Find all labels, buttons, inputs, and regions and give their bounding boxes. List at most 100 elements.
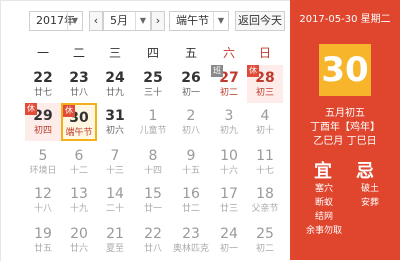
lunar-label: 父亲节 bbox=[251, 204, 279, 214]
day-cell[interactable]: 3 初九 bbox=[211, 103, 247, 141]
day-cell[interactable]: 12 十八 bbox=[25, 181, 61, 219]
weekday-label: 五 bbox=[184, 46, 197, 60]
day-cell[interactable]: 18 父亲节 bbox=[247, 181, 283, 219]
day-cell[interactable]: 25 三十 bbox=[135, 65, 171, 103]
day-cell[interactable]: 26 初一 bbox=[173, 65, 209, 103]
day-number: 1 bbox=[148, 108, 158, 124]
lunar-label: 三十 bbox=[143, 88, 162, 98]
day-cell[interactable]: 22 廿七 bbox=[25, 65, 61, 103]
day-cell[interactable]: 21 夏至 bbox=[97, 221, 133, 259]
back-to-today-button[interactable]: 返回今天 bbox=[235, 11, 285, 31]
yi-item: 结网 bbox=[314, 212, 333, 222]
yi-item: 余事勿取 bbox=[305, 226, 342, 236]
day-cell[interactable]: 20 廿六 bbox=[61, 221, 97, 259]
day-cell[interactable]: 19 廿五 bbox=[25, 221, 61, 259]
day-cell[interactable]: 15 廿一 bbox=[135, 181, 171, 219]
day-cell[interactable]: 5 环境日 bbox=[25, 143, 61, 181]
day-cell[interactable]: 6 十二 bbox=[61, 143, 97, 181]
lunar-label: 端午节 bbox=[65, 128, 93, 138]
day-cell[interactable]: 22 廿八 bbox=[135, 221, 171, 259]
lunar-label: 廿六 bbox=[69, 244, 88, 254]
chevron-down-icon: ▼ bbox=[67, 12, 82, 30]
day-cell[interactable]: 13 十九 bbox=[61, 181, 97, 219]
day-cell[interactable]: 23 奥林匹克 bbox=[173, 221, 209, 259]
day-number: 20 bbox=[70, 226, 88, 242]
day-cell[interactable]: 2 初八 bbox=[173, 103, 209, 141]
lunar-label: 廿八 bbox=[143, 244, 162, 254]
day-cell[interactable]: 休 30 端午节 bbox=[61, 103, 97, 141]
lunar-label: 十三 bbox=[105, 166, 124, 176]
day-number: 9 bbox=[186, 148, 196, 164]
weekday-label: 一 bbox=[36, 46, 49, 60]
ji-item: 安葬 bbox=[360, 198, 379, 208]
day-cell[interactable]: 9 十五 bbox=[173, 143, 209, 181]
day-number: 10 bbox=[220, 148, 238, 164]
holiday-badge: 休 bbox=[247, 65, 259, 77]
day-cell[interactable]: 24 廿九 bbox=[97, 65, 133, 103]
day-number: 3 bbox=[224, 108, 234, 124]
lunar-label: 廿八 bbox=[69, 88, 88, 98]
calendar-toolbar: 2017年 ▼ ‹ 5月 ▼ › 端午节 ▼ 返回今天 bbox=[1, 1, 291, 39]
day-number: 12 bbox=[34, 186, 52, 202]
lunar-label: 初一 bbox=[219, 244, 238, 254]
day-cell[interactable]: 1 儿童节 bbox=[135, 103, 171, 141]
day-number: 15 bbox=[144, 186, 162, 202]
lunar-label: 初四 bbox=[33, 126, 52, 136]
day-number: 8 bbox=[148, 148, 158, 164]
ji-heading: 忌 bbox=[356, 161, 374, 182]
lunar-label: 廿五 bbox=[33, 244, 52, 254]
day-number: 16 bbox=[182, 186, 200, 202]
holiday-badge: 休 bbox=[63, 105, 75, 117]
day-grid: 22 廿七 23 廿八 24 廿九 25 三十 26 初一班 27 初二休 28 初三休 29 初四休 30 端午… bbox=[1, 65, 291, 261]
day-cell[interactable]: 班 27 初二 bbox=[211, 65, 247, 103]
lunar-label: 夏至 bbox=[105, 244, 124, 254]
day-number: 25 bbox=[256, 226, 274, 242]
day-number: 6 bbox=[74, 148, 84, 164]
lunar-label: 初十 bbox=[255, 126, 274, 136]
day-number: 2 bbox=[186, 108, 196, 124]
yi-heading: 宜 bbox=[314, 161, 332, 182]
day-cell[interactable]: 23 廿八 bbox=[61, 65, 97, 103]
lunar-label: 初一 bbox=[181, 88, 200, 98]
ji-item: 破土 bbox=[360, 184, 379, 194]
prev-month-button[interactable]: ‹ bbox=[89, 11, 103, 31]
day-cell[interactable]: 16 廿二 bbox=[173, 181, 209, 219]
day-number: 22 bbox=[33, 70, 53, 86]
lunar-label: 初二 bbox=[255, 244, 274, 254]
day-number: 18 bbox=[256, 186, 274, 202]
day-cell[interactable]: 25 初二 bbox=[247, 221, 283, 259]
day-cell[interactable]: 休 29 初四 bbox=[25, 103, 61, 141]
chevron-down-icon: ▼ bbox=[135, 12, 150, 30]
day-cell[interactable]: 14 二十 bbox=[97, 181, 133, 219]
day-cell[interactable]: 31 初六 bbox=[97, 103, 133, 141]
next-month-button[interactable]: › bbox=[151, 11, 165, 31]
day-cell[interactable]: 24 初一 bbox=[211, 221, 247, 259]
year-select[interactable]: 2017年 ▼ bbox=[29, 11, 83, 31]
day-number: 21 bbox=[106, 226, 124, 242]
day-cell[interactable]: 11 十七 bbox=[247, 143, 283, 181]
yi-item: 塞穴 bbox=[314, 184, 333, 194]
weekday-label: 六 bbox=[222, 46, 235, 60]
day-cell[interactable]: 17 廿三 bbox=[211, 181, 247, 219]
lunar-label: 初六 bbox=[105, 126, 124, 136]
month-select[interactable]: 5月 ▼ bbox=[103, 11, 151, 31]
day-cell[interactable]: 8 十四 bbox=[135, 143, 171, 181]
day-cell[interactable]: 10 十六 bbox=[211, 143, 247, 181]
festival-select-label: 端午节 bbox=[176, 14, 209, 27]
month-select-label: 5月 bbox=[110, 14, 128, 27]
lunar-label: 奥林匹克 bbox=[173, 244, 210, 254]
lunar-label: 十七 bbox=[255, 166, 274, 176]
weekday-label: 四 bbox=[146, 46, 159, 60]
day-number: 26 bbox=[181, 70, 201, 86]
day-cell[interactable]: 4 初十 bbox=[247, 103, 283, 141]
day-number: 24 bbox=[105, 70, 125, 86]
lunar-label: 十六 bbox=[219, 166, 238, 176]
day-cell[interactable]: 7 十三 bbox=[97, 143, 133, 181]
calendar-panel: 2017年 ▼ ‹ 5月 ▼ › 端午节 ▼ 返回今天 一 二 三 四 五 六 日 22 廿七… bbox=[0, 0, 291, 261]
holiday-badge: 休 bbox=[25, 103, 37, 115]
lunar-label: 初九 bbox=[219, 126, 238, 136]
weekday-label: 日 bbox=[258, 46, 271, 60]
festival-select[interactable]: 端午节 ▼ bbox=[169, 11, 229, 31]
day-cell[interactable]: 休 28 初三 bbox=[247, 65, 283, 103]
chevron-down-icon: ▼ bbox=[213, 12, 228, 30]
